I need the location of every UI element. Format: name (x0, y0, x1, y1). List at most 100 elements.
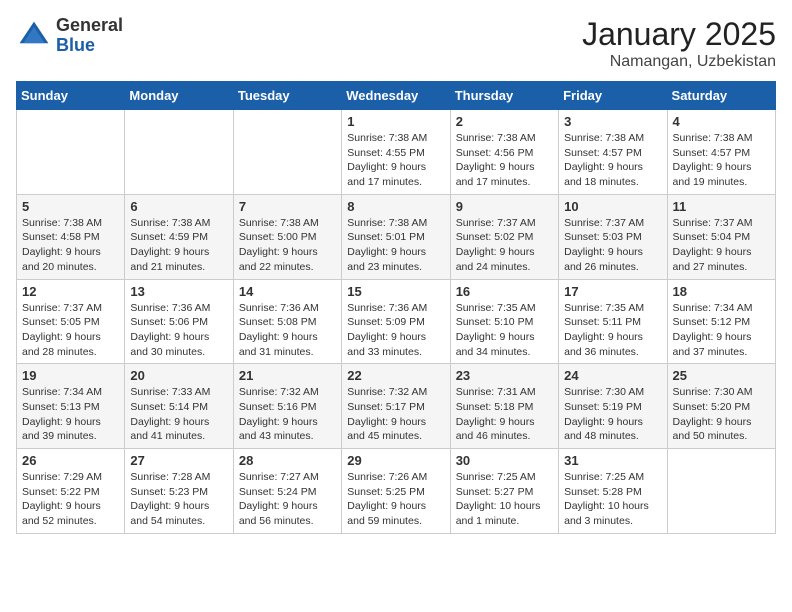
weekday-header-sunday: Sunday (17, 82, 125, 110)
calendar-cell: 27 Sunrise: 7:28 AM Sunset: 5:23 PM Dayli… (125, 449, 233, 534)
day-number: 15 (347, 284, 444, 299)
weekday-header-tuesday: Tuesday (233, 82, 341, 110)
calendar-cell: 13 Sunrise: 7:36 AM Sunset: 5:06 PM Dayli… (125, 279, 233, 364)
day-number: 30 (456, 453, 553, 468)
day-number: 14 (239, 284, 336, 299)
calendar-cell: 4 Sunrise: 7:38 AM Sunset: 4:57 PM Daylig… (667, 110, 775, 195)
day-info: Sunrise: 7:27 AM Sunset: 5:24 PM Dayligh… (239, 470, 336, 529)
day-number: 25 (673, 368, 770, 383)
day-info: Sunrise: 7:37 AM Sunset: 5:04 PM Dayligh… (673, 216, 770, 275)
calendar-cell: 18 Sunrise: 7:34 AM Sunset: 5:12 PM Dayli… (667, 279, 775, 364)
calendar-cell: 20 Sunrise: 7:33 AM Sunset: 5:14 PM Dayli… (125, 364, 233, 449)
day-number: 26 (22, 453, 119, 468)
day-info: Sunrise: 7:36 AM Sunset: 5:09 PM Dayligh… (347, 301, 444, 360)
calendar-cell: 28 Sunrise: 7:27 AM Sunset: 5:24 PM Dayli… (233, 449, 341, 534)
calendar-cell: 22 Sunrise: 7:32 AM Sunset: 5:17 PM Dayli… (342, 364, 450, 449)
calendar-cell: 17 Sunrise: 7:35 AM Sunset: 5:11 PM Dayli… (559, 279, 667, 364)
weekday-header-thursday: Thursday (450, 82, 558, 110)
location-title: Namangan, Uzbekistan (582, 53, 776, 71)
calendar-week-row: 1Sunrise: 7:38 AM Sunset: 4:55 PM Daylig… (17, 110, 776, 195)
calendar-cell: 8Sunrise: 7:38 AM Sunset: 5:01 PM Daylig… (342, 194, 450, 279)
day-info: Sunrise: 7:38 AM Sunset: 4:56 PM Dayligh… (456, 131, 553, 190)
calendar-cell (125, 110, 233, 195)
calendar-cell: 2 Sunrise: 7:38 AM Sunset: 4:56 PM Daylig… (450, 110, 558, 195)
day-info: Sunrise: 7:38 AM Sunset: 4:57 PM Dayligh… (673, 131, 770, 190)
logo-blue-text: Blue (56, 36, 123, 56)
day-info: Sunrise: 7:35 AM Sunset: 5:10 PM Dayligh… (456, 301, 553, 360)
day-info: Sunrise: 7:33 AM Sunset: 5:14 PM Dayligh… (130, 385, 227, 444)
day-number: 28 (239, 453, 336, 468)
calendar-week-row: 5 Sunrise: 7:38 AM Sunset: 4:58 PM Daylig… (17, 194, 776, 279)
logo-text: General Blue (56, 16, 123, 56)
day-info: Sunrise: 7:26 AM Sunset: 5:25 PM Dayligh… (347, 470, 444, 529)
day-info: Sunrise: 7:34 AM Sunset: 5:12 PM Dayligh… (673, 301, 770, 360)
weekday-header-row: SundayMondayTuesdayWednesdayThursdayFrid… (17, 82, 776, 110)
weekday-header-saturday: Saturday (667, 82, 775, 110)
logo-general-text: General (56, 16, 123, 36)
calendar-cell (17, 110, 125, 195)
day-number: 12 (22, 284, 119, 299)
day-number: 29 (347, 453, 444, 468)
day-number: 23 (456, 368, 553, 383)
month-title: January 2025 (582, 16, 776, 53)
day-info: Sunrise: 7:31 AM Sunset: 5:18 PM Dayligh… (456, 385, 553, 444)
weekday-header-wednesday: Wednesday (342, 82, 450, 110)
logo: General Blue (16, 16, 123, 56)
day-number: 13 (130, 284, 227, 299)
calendar-week-row: 12Sunrise: 7:37 AM Sunset: 5:05 PM Dayli… (17, 279, 776, 364)
day-info: Sunrise: 7:35 AM Sunset: 5:11 PM Dayligh… (564, 301, 661, 360)
day-number: 31 (564, 453, 661, 468)
day-number: 4 (673, 114, 770, 129)
calendar-cell: 24 Sunrise: 7:30 AM Sunset: 5:19 PM Dayli… (559, 364, 667, 449)
day-number: 3 (564, 114, 661, 129)
day-info: Sunrise: 7:38 AM Sunset: 4:59 PM Dayligh… (130, 216, 227, 275)
day-info: Sunrise: 7:36 AM Sunset: 5:06 PM Dayligh… (130, 301, 227, 360)
day-info: Sunrise: 7:25 AM Sunset: 5:28 PM Dayligh… (564, 470, 661, 529)
day-number: 6 (130, 199, 227, 214)
calendar-cell: 9Sunrise: 7:37 AM Sunset: 5:02 PM Daylig… (450, 194, 558, 279)
calendar-cell (233, 110, 341, 195)
day-number: 5 (22, 199, 119, 214)
calendar-cell: 11 Sunrise: 7:37 AM Sunset: 5:04 PM Dayli… (667, 194, 775, 279)
calendar-cell: 10Sunrise: 7:37 AM Sunset: 5:03 PM Dayli… (559, 194, 667, 279)
weekday-header-monday: Monday (125, 82, 233, 110)
calendar-cell: 15 Sunrise: 7:36 AM Sunset: 5:09 PM Dayli… (342, 279, 450, 364)
calendar-cell: 3Sunrise: 7:38 AM Sunset: 4:57 PM Daylig… (559, 110, 667, 195)
day-info: Sunrise: 7:37 AM Sunset: 5:03 PM Dayligh… (564, 216, 661, 275)
calendar-cell: 19 Sunrise: 7:34 AM Sunset: 5:13 PM Dayli… (17, 364, 125, 449)
logo-icon (16, 18, 52, 54)
calendar-cell: 21Sunrise: 7:32 AM Sunset: 5:16 PM Dayli… (233, 364, 341, 449)
day-number: 21 (239, 368, 336, 383)
calendar-cell: 16Sunrise: 7:35 AM Sunset: 5:10 PM Dayli… (450, 279, 558, 364)
day-number: 9 (456, 199, 553, 214)
day-info: Sunrise: 7:38 AM Sunset: 4:58 PM Dayligh… (22, 216, 119, 275)
calendar-week-row: 26Sunrise: 7:29 AM Sunset: 5:22 PM Dayli… (17, 449, 776, 534)
day-info: Sunrise: 7:38 AM Sunset: 5:01 PM Dayligh… (347, 216, 444, 275)
page-header: General Blue January 2025 Namangan, Uzbe… (16, 16, 776, 71)
day-info: Sunrise: 7:28 AM Sunset: 5:23 PM Dayligh… (130, 470, 227, 529)
day-number: 24 (564, 368, 661, 383)
day-number: 22 (347, 368, 444, 383)
day-info: Sunrise: 7:32 AM Sunset: 5:17 PM Dayligh… (347, 385, 444, 444)
day-number: 2 (456, 114, 553, 129)
day-info: Sunrise: 7:30 AM Sunset: 5:19 PM Dayligh… (564, 385, 661, 444)
calendar-cell: 31 Sunrise: 7:25 AM Sunset: 5:28 PM Dayli… (559, 449, 667, 534)
calendar-cell: 26Sunrise: 7:29 AM Sunset: 5:22 PM Dayli… (17, 449, 125, 534)
calendar-cell: 1Sunrise: 7:38 AM Sunset: 4:55 PM Daylig… (342, 110, 450, 195)
calendar-cell: 29 Sunrise: 7:26 AM Sunset: 5:25 PM Dayli… (342, 449, 450, 534)
day-number: 18 (673, 284, 770, 299)
calendar-cell: 30 Sunrise: 7:25 AM Sunset: 5:27 PM Dayli… (450, 449, 558, 534)
day-number: 27 (130, 453, 227, 468)
day-number: 20 (130, 368, 227, 383)
day-number: 17 (564, 284, 661, 299)
day-number: 7 (239, 199, 336, 214)
day-info: Sunrise: 7:34 AM Sunset: 5:13 PM Dayligh… (22, 385, 119, 444)
day-number: 11 (673, 199, 770, 214)
calendar-cell: 5 Sunrise: 7:38 AM Sunset: 4:58 PM Daylig… (17, 194, 125, 279)
day-info: Sunrise: 7:25 AM Sunset: 5:27 PM Dayligh… (456, 470, 553, 529)
calendar-cell: 14Sunrise: 7:36 AM Sunset: 5:08 PM Dayli… (233, 279, 341, 364)
calendar-cell: 7 Sunrise: 7:38 AM Sunset: 5:00 PM Daylig… (233, 194, 341, 279)
calendar-cell: 23 Sunrise: 7:31 AM Sunset: 5:18 PM Dayli… (450, 364, 558, 449)
day-info: Sunrise: 7:38 AM Sunset: 5:00 PM Dayligh… (239, 216, 336, 275)
day-number: 19 (22, 368, 119, 383)
